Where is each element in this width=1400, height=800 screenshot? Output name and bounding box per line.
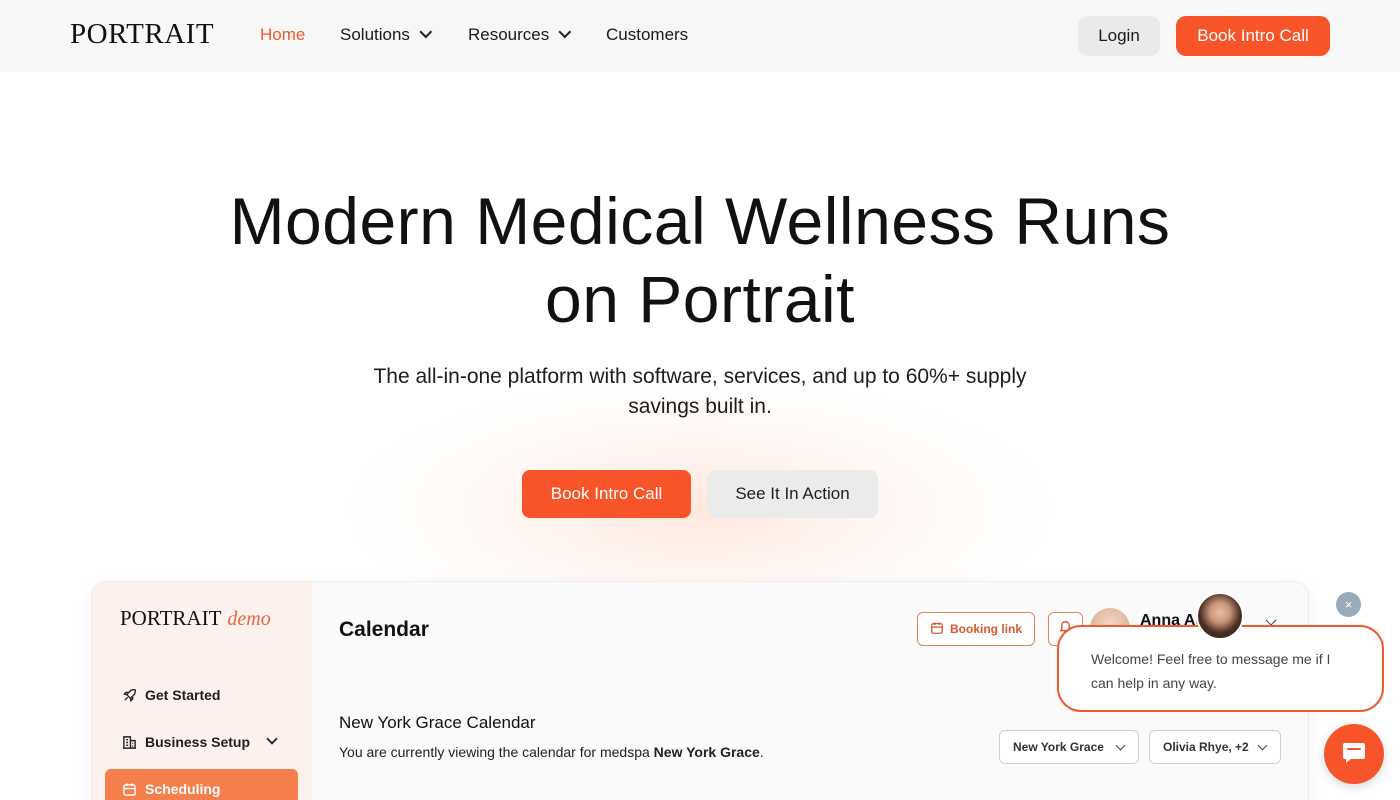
nav-resources-label: Resources — [468, 25, 550, 44]
page-title: Calendar — [339, 618, 429, 641]
chat-message-line1: Welcome! Feel free to message me if I — [1091, 651, 1331, 667]
nav-solutions-label: Solutions — [340, 25, 410, 44]
chevron-down-icon — [558, 25, 572, 38]
chat-close-button[interactable]: × — [1336, 592, 1361, 617]
chevron-down-icon[interactable] — [1265, 614, 1277, 626]
chat-launcher-button[interactable] — [1324, 724, 1384, 784]
calendar-desc-prefix: You are currently viewing the calendar f… — [339, 744, 654, 760]
sidebar-item-business-setup[interactable]: Business Setup — [105, 722, 298, 762]
chat-agent-avatar[interactable] — [1196, 592, 1244, 640]
calendar-desc-location: New York Grace — [653, 744, 760, 760]
booking-link-button[interactable]: Booking link — [917, 612, 1035, 646]
chevron-down-icon — [1115, 740, 1126, 751]
calendar-desc-suffix: . — [759, 744, 764, 760]
book-intro-call-button[interactable]: Book Intro Call — [522, 470, 691, 518]
calendar-description: You are currently viewing the calendar f… — [339, 744, 764, 760]
chevron-down-icon — [1257, 740, 1268, 751]
book-intro-call-button-header[interactable]: Book Intro Call — [1176, 16, 1330, 56]
hero-subtitle-line2: savings built in. — [628, 395, 772, 418]
booking-link-label: Booking link — [950, 622, 1022, 636]
sidebar-item-scheduling[interactable]: Scheduling — [105, 769, 298, 800]
location-select-value: New York Grace — [1013, 740, 1104, 754]
staff-select[interactable]: Olivia Rhye, +2 — [1149, 730, 1281, 764]
building-icon — [121, 734, 137, 750]
chat-bubble-icon — [1339, 737, 1369, 772]
nav-customers-label: Customers — [606, 25, 689, 44]
hero-subtitle-line1: The all-in-one platform with software, s… — [373, 365, 1027, 388]
app-logo-suffix: demo — [227, 608, 271, 630]
sidebar-item-label: Business Setup — [145, 734, 251, 750]
location-select[interactable]: New York Grace — [999, 730, 1139, 764]
calendar-icon — [930, 621, 944, 638]
nav-solutions[interactable]: Solutions — [340, 25, 433, 45]
rocket-icon — [121, 687, 137, 703]
app-logo: PORTRAIT demo — [120, 606, 271, 631]
hero-title-line1: Modern Medical Wellness Runs — [229, 184, 1171, 258]
chevron-down-icon — [419, 25, 433, 38]
top-navbar: PORTRAIT Home Solutions Resources Custom… — [0, 0, 1400, 72]
sidebar-item-label: Scheduling — [145, 781, 221, 797]
portrait-logo[interactable]: PORTRAIT — [70, 18, 214, 51]
app-sidebar: PORTRAIT demo Get Started Business Setup … — [92, 582, 312, 800]
see-it-in-action-button[interactable]: See It In Action — [707, 470, 878, 518]
staff-select-value: Olivia Rhye, +2 — [1163, 740, 1249, 754]
sidebar-item-get-started[interactable]: Get Started — [105, 675, 298, 715]
nav-resources[interactable]: Resources — [468, 25, 572, 45]
sidebar-item-label: Get Started — [145, 687, 221, 703]
nav-home-label: Home — [260, 25, 306, 44]
calendar-icon — [121, 781, 137, 797]
hero-subtitle: The all-in-one platform with software, s… — [340, 362, 1060, 422]
chat-message-line2: can help in any way. — [1091, 675, 1217, 691]
app-logo-text: PORTRAIT — [120, 606, 222, 630]
nav-customers[interactable]: Customers — [606, 25, 688, 45]
chevron-down-icon — [266, 733, 278, 745]
calendar-title: New York Grace Calendar — [339, 713, 536, 732]
hero-title: Modern Medical Wellness Runs on Portrait — [150, 182, 1250, 338]
nav-home[interactable]: Home — [260, 25, 305, 45]
hero-title-line2: on Portrait — [545, 262, 855, 336]
login-button[interactable]: Login — [1078, 16, 1160, 56]
